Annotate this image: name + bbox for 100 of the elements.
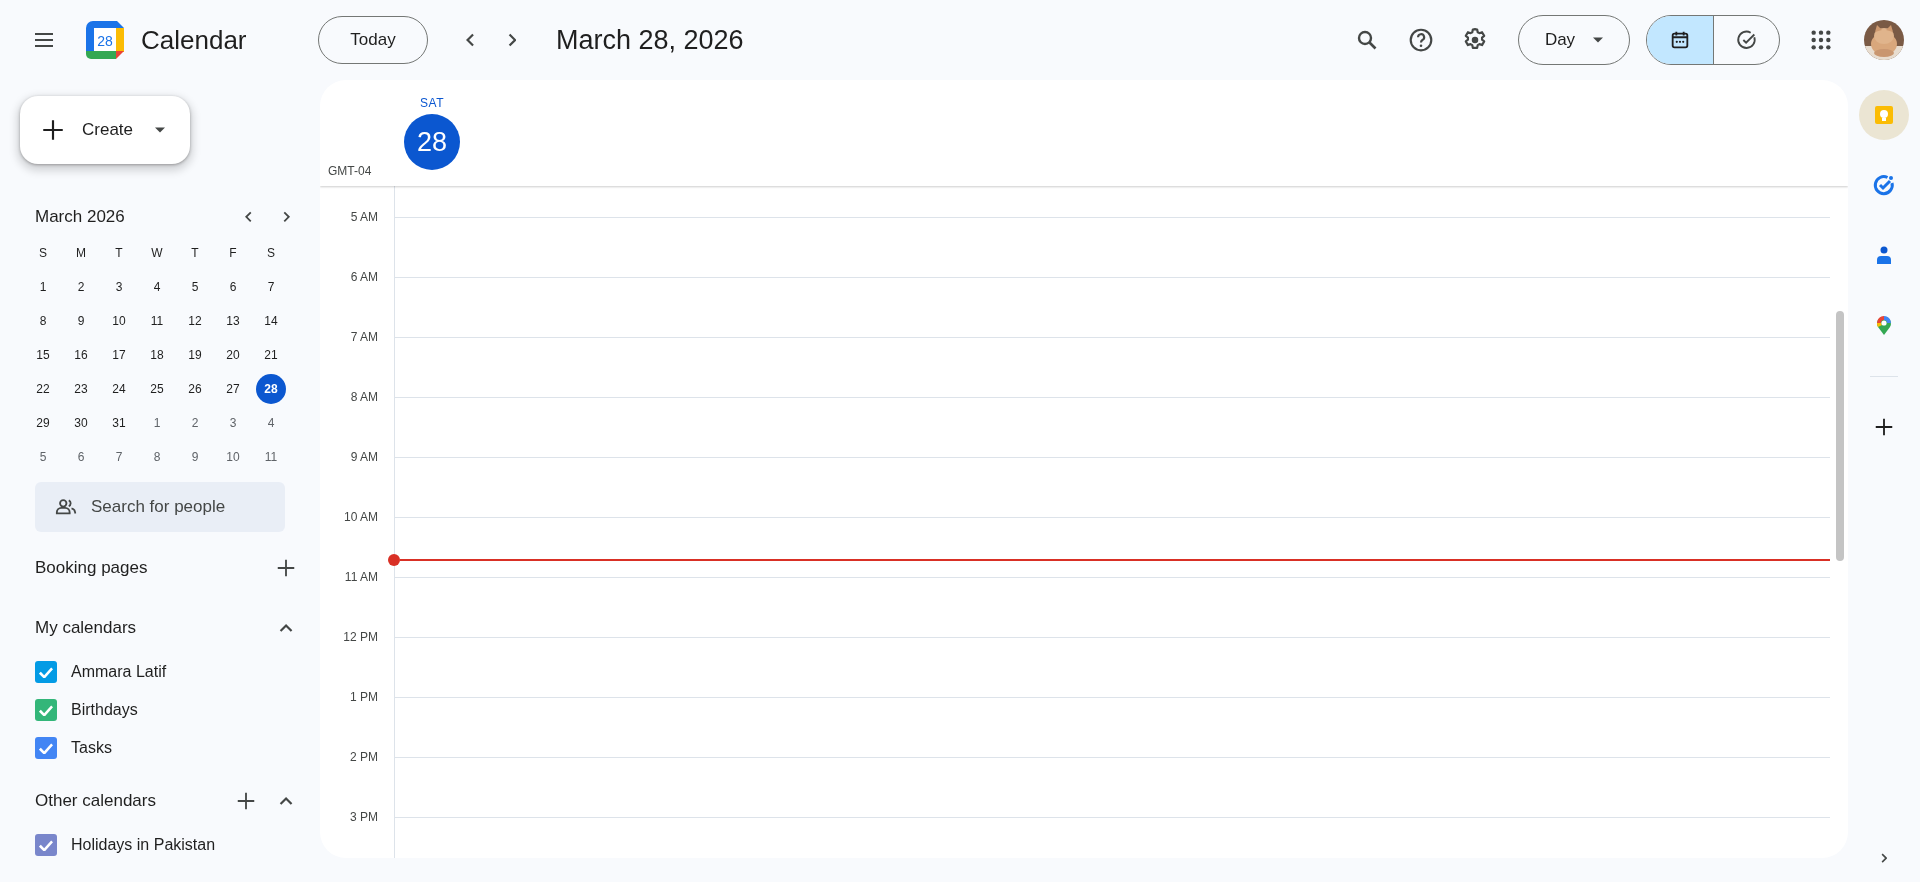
chevron-right-icon bbox=[507, 32, 517, 48]
check-circle-icon bbox=[1735, 29, 1758, 51]
calendar-day[interactable]: 4 bbox=[142, 272, 172, 302]
calendar-day[interactable]: 1 bbox=[28, 272, 58, 302]
calendar-day[interactable]: 7 bbox=[104, 442, 134, 472]
calendar-day[interactable]: 21 bbox=[256, 340, 286, 370]
calendar-day[interactable]: 19 bbox=[180, 340, 210, 370]
calendar-day[interactable]: 8 bbox=[142, 442, 172, 472]
calendar-day[interactable]: 8 bbox=[28, 306, 58, 336]
calendar-day[interactable]: 26 bbox=[180, 374, 210, 404]
weekday-label: SAT bbox=[419, 96, 445, 110]
weekday-label: M bbox=[75, 245, 87, 262]
calendar-day[interactable]: 14 bbox=[256, 306, 286, 336]
calendar-day[interactable]: 2 bbox=[66, 272, 96, 302]
chevron-right-icon bbox=[283, 211, 291, 223]
caret-icon bbox=[155, 127, 166, 133]
hour-label: 8 AM bbox=[349, 389, 379, 406]
hour-label: 7 AM bbox=[349, 329, 379, 346]
weekday-label: W bbox=[150, 245, 164, 262]
calendar-day[interactable]: 3 bbox=[104, 272, 134, 302]
calendar-day[interactable]: 6 bbox=[218, 272, 248, 302]
calendar-day[interactable]: 10 bbox=[104, 306, 134, 336]
day-number[interactable]: 28 bbox=[404, 114, 460, 170]
calendar-day[interactable]: 27 bbox=[218, 374, 248, 404]
view-dropdown[interactable]: Day bbox=[1518, 15, 1630, 65]
checkbox[interactable] bbox=[35, 834, 57, 856]
calendar-day[interactable]: 20 bbox=[218, 340, 248, 370]
calendar-name: Birthdays bbox=[71, 701, 138, 719]
calendar-day[interactable]: 1 bbox=[142, 408, 172, 438]
help-icon bbox=[1408, 27, 1434, 53]
search-icon bbox=[1355, 28, 1379, 52]
plus-icon bbox=[235, 790, 257, 812]
calendar-name: Holidays in Pakistan bbox=[71, 836, 216, 854]
create-button[interactable]: Create bbox=[20, 96, 190, 164]
calendar-day[interactable]: 9 bbox=[180, 442, 210, 472]
checkmark-icon bbox=[39, 742, 53, 754]
calendar-day[interactable]: 24 bbox=[104, 374, 134, 404]
calendar-day[interactable]: 5 bbox=[28, 442, 58, 472]
section-title: My calendars bbox=[35, 618, 138, 638]
chevron-left-icon bbox=[245, 211, 253, 223]
calendar-day[interactable]: 25 bbox=[142, 374, 172, 404]
calendar-day[interactable]: 23 bbox=[66, 374, 96, 404]
chevron-left-icon bbox=[465, 32, 475, 48]
chevron-right-icon bbox=[1880, 852, 1888, 864]
checkbox[interactable] bbox=[35, 661, 57, 683]
hour-label: 3 PM bbox=[349, 809, 379, 826]
calendar-day[interactable]: 15 bbox=[28, 340, 58, 370]
plus-icon bbox=[275, 557, 297, 579]
calendar-day[interactable]: 3 bbox=[218, 408, 248, 438]
calendar-name: Ammara Latif bbox=[71, 663, 167, 681]
checkbox[interactable] bbox=[35, 699, 57, 721]
calendar-day[interactable]: 18 bbox=[142, 340, 172, 370]
calendar-day[interactable]: 11 bbox=[142, 306, 172, 336]
calendar-day[interactable]: 9 bbox=[66, 306, 96, 336]
caret-icon bbox=[1593, 37, 1604, 43]
calendar-day[interactable]: 5 bbox=[180, 272, 210, 302]
calendar-day[interactable]: 6 bbox=[66, 442, 96, 472]
view-toggle[interactable] bbox=[1647, 16, 1713, 64]
hour-label: 10 AM bbox=[342, 509, 379, 526]
calendar-day[interactable]: 17 bbox=[104, 340, 134, 370]
calendar-day[interactable]: 13 bbox=[218, 306, 248, 336]
apps-icon bbox=[1810, 29, 1832, 51]
calendar-icon bbox=[1669, 29, 1691, 51]
calendar-day[interactable]: 11 bbox=[256, 442, 286, 472]
checkbox[interactable] bbox=[35, 737, 57, 759]
scrollbar[interactable] bbox=[1836, 311, 1844, 561]
hour-label: 1 PM bbox=[349, 689, 379, 706]
lightbulb-icon bbox=[1872, 103, 1896, 127]
people-search-field[interactable]: Search for people bbox=[35, 482, 285, 532]
checkmark-icon bbox=[39, 839, 53, 851]
weekday-label: F bbox=[228, 245, 238, 262]
calendar-day[interactable]: 4 bbox=[256, 408, 286, 438]
app-title: Calendar bbox=[141, 24, 247, 56]
month-title: March 2026 bbox=[35, 207, 126, 227]
calendar-day[interactable]: 7 bbox=[256, 272, 286, 302]
calendar-day[interactable]: 16 bbox=[66, 340, 96, 370]
weekday-label: S bbox=[38, 245, 48, 262]
section-title: Other calendars bbox=[35, 791, 157, 811]
calendar-day[interactable]: 12 bbox=[180, 306, 210, 336]
calendar-day[interactable]: 2 bbox=[180, 408, 210, 438]
weekday-label: T bbox=[114, 245, 124, 262]
chevron-icon bbox=[278, 623, 294, 633]
hour-label: 12 PM bbox=[342, 629, 379, 646]
timezone-label: GMT-04 bbox=[327, 164, 373, 180]
hour-label: 9 AM bbox=[349, 449, 379, 466]
calendar-logo: 28 bbox=[85, 20, 125, 60]
calendar-day[interactable]: 28 bbox=[256, 374, 286, 404]
hour-label: 2 PM bbox=[349, 749, 379, 766]
calendar-day[interactable]: 10 bbox=[218, 442, 248, 472]
hour-label: 11 AM bbox=[343, 569, 379, 586]
plus-icon bbox=[1873, 416, 1895, 438]
checkmark-icon bbox=[39, 704, 53, 716]
calendar-day[interactable]: 22 bbox=[28, 374, 58, 404]
checkmark-icon bbox=[39, 666, 53, 678]
date-title: March 28, 2026 bbox=[556, 24, 744, 56]
calendar-day[interactable]: 31 bbox=[104, 408, 134, 438]
plus-icon bbox=[40, 117, 66, 143]
calendar-day[interactable]: 30 bbox=[66, 408, 96, 438]
calendar-day[interactable]: 29 bbox=[28, 408, 58, 438]
hour-label: 6 AM bbox=[349, 269, 379, 286]
